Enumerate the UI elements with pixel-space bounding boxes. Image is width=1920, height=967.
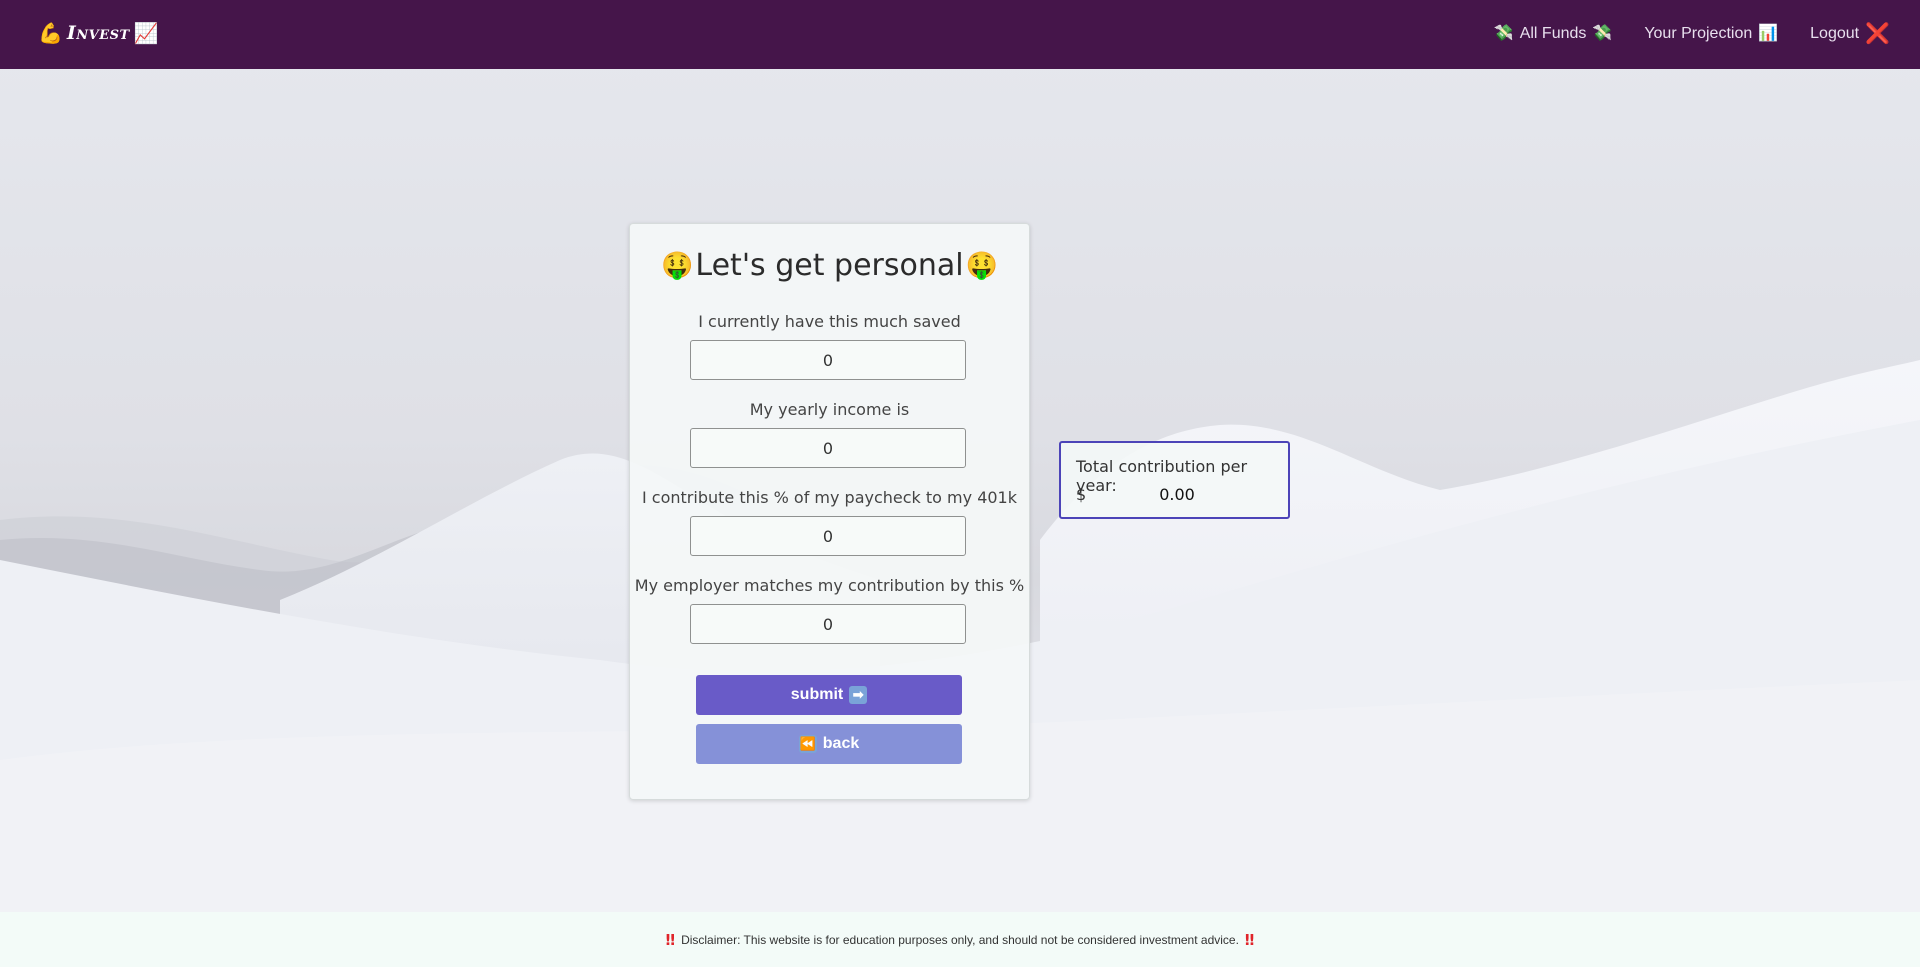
back-button[interactable]: ⏪ back xyxy=(696,724,962,764)
money-mouth-face-icon: 🤑 xyxy=(965,250,998,281)
total-contribution-value: 0.00 xyxy=(1159,485,1195,504)
close-icon: ❌ xyxy=(1865,23,1890,45)
bar-chart-icon: 📊 xyxy=(1758,25,1779,42)
nav-link-your-projection[interactable]: Your Projection 📊 xyxy=(1644,22,1778,46)
nav-link-label: Logout xyxy=(1810,25,1860,42)
submit-button[interactable]: submit ➡ xyxy=(696,675,962,715)
flexed-bicep-icon: 💪 xyxy=(38,21,63,45)
submit-label: submit xyxy=(790,686,844,703)
total-contribution-box: Total contribution per year: $ 0.00 xyxy=(1059,441,1290,519)
double-exclamation-icon: ‼ xyxy=(665,930,676,949)
double-exclamation-icon: ‼ xyxy=(1244,930,1255,949)
currency-symbol: $ xyxy=(1076,485,1087,504)
chart-increasing-icon: 📈 xyxy=(133,21,159,45)
top-navbar: 💪 Invest 📈 💸 All Funds 💸 Your Projection… xyxy=(0,0,1920,69)
employer-match-label: My employer matches my contribution by t… xyxy=(634,576,1025,595)
fast-reverse-icon: ⏪ xyxy=(798,735,817,753)
contribution-percent-input[interactable] xyxy=(690,516,966,556)
contribution-percent-label: I contribute this % of my paycheck to my… xyxy=(642,488,1017,507)
money-with-wings-icon: 💸 xyxy=(1493,25,1514,42)
savings-label: I currently have this much saved xyxy=(698,312,961,331)
brand-logo-link[interactable]: 💪 Invest 📈 xyxy=(38,20,159,46)
right-arrow-icon: ➡ xyxy=(849,686,868,704)
money-with-wings-icon: 💸 xyxy=(1592,25,1613,42)
form-title: 🤑 Let's get personal 🤑 xyxy=(630,248,1029,283)
disclaimer-footer: ‼ Disclaimer: This website is for educat… xyxy=(0,912,1920,967)
disclaimer-text: Disclaimer: This website is for educatio… xyxy=(681,932,1239,947)
back-label: back xyxy=(822,735,860,752)
nav-link-label: Your Projection xyxy=(1644,25,1753,42)
income-input[interactable] xyxy=(690,428,966,468)
personal-info-form-card: 🤑 Let's get personal 🤑 I currently have … xyxy=(629,223,1030,800)
form-title-text: Let's get personal xyxy=(695,248,964,283)
nav-link-logout[interactable]: Logout ❌ xyxy=(1810,22,1890,46)
income-label: My yearly income is xyxy=(749,400,910,419)
employer-match-input[interactable] xyxy=(690,604,966,644)
nav-links: 💸 All Funds 💸 Your Projection 📊 Logout ❌ xyxy=(1494,22,1890,46)
brand-name: Invest xyxy=(66,22,130,44)
nav-link-all-funds[interactable]: 💸 All Funds 💸 xyxy=(1494,22,1613,46)
savings-input[interactable] xyxy=(690,340,966,380)
nav-link-label: All Funds xyxy=(1519,25,1587,42)
money-mouth-face-icon: 🤑 xyxy=(661,250,694,281)
